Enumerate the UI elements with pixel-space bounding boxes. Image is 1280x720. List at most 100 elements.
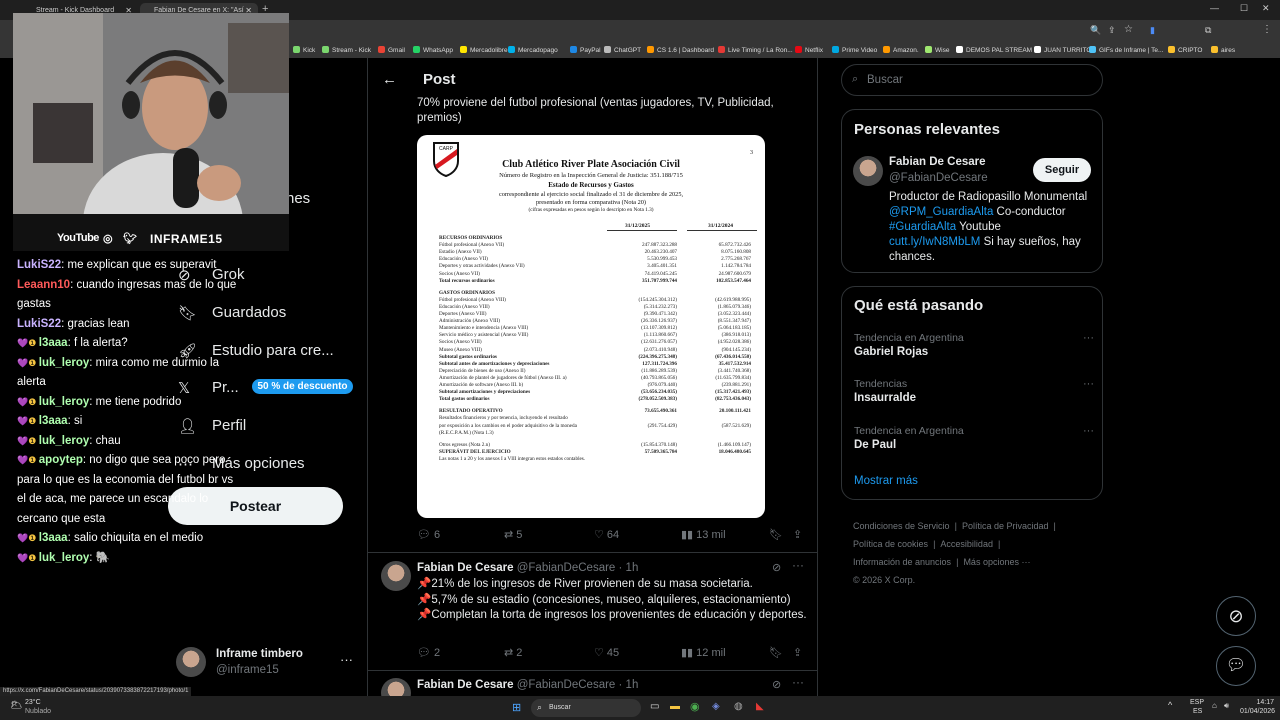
bio-link[interactable]: cutt.ly/IwN8MbLM — [889, 236, 980, 248]
bookmark-item[interactable]: CRIPTO — [1168, 46, 1202, 54]
footer-link[interactable]: Condiciones de Servicio — [853, 521, 950, 531]
bookmark-item[interactable]: JUAN TURRITO — [1034, 46, 1091, 54]
trend-item[interactable]: Tendencia en Argentina De Paul ··· — [854, 425, 1094, 451]
windows-start-icon[interactable]: ⊞ — [512, 701, 521, 714]
search-input[interactable]: Buscar — [867, 74, 903, 86]
like-button[interactable]: ♡ 45 — [594, 646, 619, 659]
bio-hashtag[interactable]: #GuardiaAlta — [889, 221, 956, 233]
bookmark-item[interactable]: aires — [1211, 46, 1235, 54]
chat-username[interactable]: l3aaa — [39, 532, 68, 544]
close-window-icon[interactable]: ✕ — [1262, 3, 1270, 14]
chat-username[interactable]: l3aaa — [39, 415, 68, 427]
more-icon[interactable]: ··· — [1083, 332, 1094, 344]
chrome-icon[interactable]: ◉ — [690, 700, 700, 713]
file-explorer-icon[interactable]: ▭ — [650, 701, 659, 712]
footer-link[interactable]: Accesibilidad — [940, 539, 993, 549]
chat-username[interactable]: apoytep — [39, 454, 83, 466]
show-more-link[interactable]: Mostrar más — [854, 475, 918, 487]
back-arrow-icon[interactable]: ← — [382, 71, 397, 88]
tweet-time[interactable]: · 1h — [619, 562, 639, 574]
account-switcher[interactable]: Inframe timbero @inframe15 ··· — [176, 647, 366, 681]
trend-item[interactable]: Tendencias Insaurralde ··· — [854, 378, 1094, 404]
extensions-puzzle-icon[interactable]: ⧉ — [1205, 25, 1211, 36]
chat-username[interactable]: l3aaa — [39, 337, 68, 349]
bookmark-item[interactable]: Netflix — [795, 46, 823, 54]
bookmark-item[interactable]: Stream - Kick — [322, 46, 371, 54]
bookmark-star-icon[interactable]: ☆ — [1124, 24, 1133, 35]
share-icon[interactable]: ⇪ — [1108, 25, 1116, 36]
reply-button[interactable]: 💬︎ 6 — [417, 528, 440, 541]
weather-temp[interactable]: 23°C — [25, 699, 41, 706]
author-handle[interactable]: @FabianDeCesare — [517, 679, 616, 691]
clock-time[interactable]: 14:17 — [1244, 699, 1274, 706]
discord-icon[interactable]: ◈ — [712, 701, 720, 712]
bookmark-item[interactable]: Wise — [925, 46, 949, 54]
bio-mention[interactable]: @RPM_GuardiaAlta — [889, 206, 993, 218]
browser-menu-icon[interactable]: ⋮ — [1262, 24, 1272, 35]
bookmark-item[interactable]: Mercadolibre — [460, 46, 508, 54]
maximize-icon[interactable]: ☐ — [1240, 3, 1248, 14]
bookmark-item[interactable]: CS 1.6 | Dashboard — [647, 46, 714, 54]
views-button[interactable]: ▮▮ 13 mil — [681, 528, 726, 541]
chat-username[interactable]: LukiS22 — [17, 318, 61, 330]
chat-username[interactable]: luk_leroy — [39, 552, 90, 564]
views-button[interactable]: ▮▮ 12 mil — [681, 646, 726, 659]
app-icon[interactable]: ◣ — [756, 701, 764, 712]
chat-username[interactable]: LukiS22 — [17, 259, 61, 271]
more-icon[interactable]: ··· — [792, 558, 804, 572]
zoom-icon[interactable]: 🔍 — [1090, 25, 1101, 36]
author-name[interactable]: Fabian De Cesare — [417, 562, 514, 574]
bookmark-icon[interactable]: 🔖︎ — [769, 528, 783, 541]
bookmark-item[interactable]: Amazon. — [883, 46, 919, 54]
bookmark-icon[interactable]: 🔖︎ — [769, 646, 783, 659]
follow-button[interactable]: Seguir — [1033, 158, 1091, 182]
tweet-image-financial-statement[interactable]: CARP 3 Club Atlético River Plate Asociac… — [417, 135, 765, 518]
grok-float-button[interactable]: ⊘ — [1216, 596, 1256, 636]
share-icon[interactable]: ⇪ — [793, 646, 802, 659]
avatar[interactable] — [381, 561, 411, 591]
tray-chevron-icon[interactable]: ^ — [1168, 700, 1172, 710]
volume-icon[interactable]: 🔊︎ — [1224, 701, 1229, 711]
more-icon[interactable]: ··· — [792, 675, 804, 689]
bookmark-item[interactable]: Kick — [293, 46, 315, 54]
footer-link[interactable]: Información de anuncios — [853, 557, 951, 567]
bookmark-item[interactable]: DEMOS PAL STREAM — [956, 46, 1032, 54]
reply-button[interactable]: 💬︎ 2 — [417, 646, 440, 659]
search-bar[interactable]: ⌕ Buscar — [841, 64, 1103, 96]
bookmark-item[interactable]: GIFs de Inframe | Te... — [1089, 46, 1163, 54]
minimize-icon[interactable]: — — [1210, 3, 1219, 13]
retweet-button[interactable]: ⇄ 2 — [504, 646, 522, 659]
discount-badge[interactable]: 50 % de descuento — [252, 379, 353, 394]
more-icon[interactable]: ··· — [1083, 378, 1094, 390]
tweet-time[interactable]: · 1h — [619, 679, 639, 691]
steam-icon[interactable]: ◍ — [734, 701, 743, 712]
chat-username[interactable]: luk_leroy — [39, 357, 90, 369]
grok-icon[interactable]: ⊘ — [772, 561, 781, 574]
bookmark-item[interactable]: Live Timing / La Ron... — [718, 46, 793, 54]
share-icon[interactable]: ⇪ — [793, 528, 802, 541]
bookmark-item[interactable]: ChatGPT — [604, 46, 641, 54]
footer-link[interactable]: Política de Privacidad — [962, 521, 1049, 531]
folder-icon[interactable]: ▬ — [670, 701, 680, 712]
more-icon[interactable]: ··· — [340, 652, 353, 667]
footer-link[interactable]: Más opciones ··· — [963, 557, 1030, 567]
bookmark-item[interactable]: PayPal — [570, 46, 601, 54]
language[interactable]: ESP — [1190, 699, 1204, 706]
more-icon[interactable]: ··· — [1083, 425, 1094, 437]
retweet-button[interactable]: ⇄ 5 — [504, 528, 522, 541]
person-name[interactable]: Fabian De Cesare — [889, 156, 986, 168]
bookmark-item[interactable]: WhatsApp — [413, 46, 453, 54]
messages-float-button[interactable]: 💬︎ — [1216, 646, 1256, 686]
author-name[interactable]: Fabian De Cesare — [417, 679, 514, 691]
chat-username[interactable]: luk_leroy — [39, 396, 90, 408]
network-icon[interactable]: ⌂ — [1212, 701, 1217, 710]
trend-item[interactable]: Tendencia en Argentina Gabriel Rojas ··· — [854, 332, 1094, 358]
avatar[interactable] — [853, 156, 883, 186]
grok-icon[interactable]: ⊘ — [772, 678, 781, 691]
like-button[interactable]: ♡ 64 — [594, 528, 619, 541]
bookmark-item[interactable]: Mercadopago — [508, 46, 558, 54]
footer-link[interactable]: Política de cookies — [853, 539, 928, 549]
bookmark-item[interactable]: Gmail — [378, 46, 405, 54]
chat-username[interactable]: Leaann10 — [17, 279, 70, 291]
taskbar-search[interactable]: ⌕ Buscar — [531, 699, 641, 717]
